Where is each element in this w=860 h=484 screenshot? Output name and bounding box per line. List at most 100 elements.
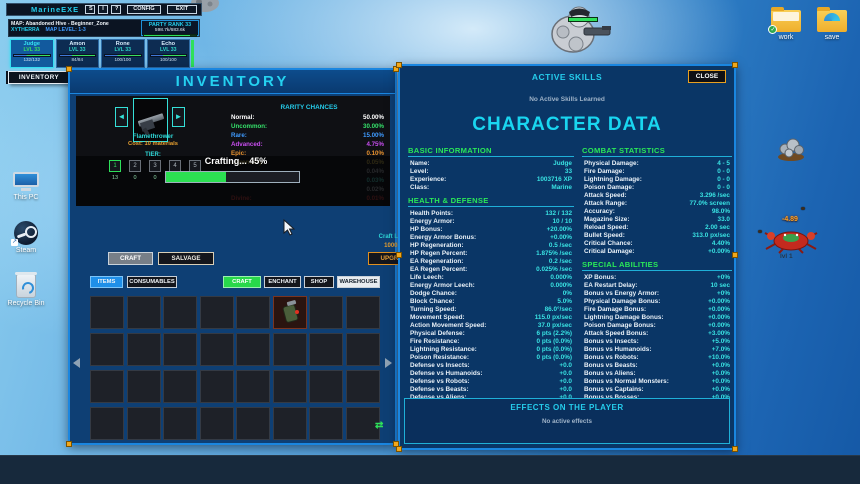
inventory-slot[interactable]	[163, 370, 197, 403]
debris-speck	[758, 230, 762, 233]
stat-row: Bullet Speed:313.0 px/sec	[582, 231, 732, 239]
sort-items-icon[interactable]: ⇄	[375, 420, 383, 431]
party-card[interactable]: Amon LVL 33 84/84	[56, 39, 100, 68]
inventory-toggle-button[interactable]: INVENTORY	[8, 71, 70, 84]
inventory-slot[interactable]	[309, 370, 343, 403]
next-item-button[interactable]: ►	[172, 107, 185, 127]
resize-handle[interactable]	[732, 252, 738, 258]
inventory-slot[interactable]	[163, 407, 197, 440]
rarity-chances-title: RARITY CHANCES	[231, 104, 387, 111]
resize-handle[interactable]	[66, 66, 72, 72]
tab-shop[interactable]: SHOP	[304, 276, 334, 288]
player-health-bar	[568, 17, 598, 22]
inventory-slot[interactable]	[309, 407, 343, 440]
inventory-slot[interactable]	[236, 333, 270, 366]
inventory-slot[interactable]	[309, 333, 343, 366]
inventory-slot[interactable]	[90, 333, 124, 366]
inventory-slot[interactable]	[127, 296, 161, 329]
stat-label: Reload Speed:	[584, 224, 628, 231]
inventory-slot[interactable]	[127, 333, 161, 366]
inventory-slot[interactable]	[90, 407, 124, 440]
stat-row: Class:Marine	[408, 183, 574, 191]
desktop-icon-steam[interactable]: Steam	[2, 221, 50, 254]
stat-label: Poison Damage:	[584, 184, 634, 191]
resize-handle[interactable]	[732, 62, 738, 68]
tab-enchant[interactable]: ENCHANT	[264, 276, 301, 288]
party-card[interactable]: Rone LVL 33 100/100	[101, 39, 145, 68]
inventory-slot[interactable]	[200, 296, 234, 329]
hud-i-button[interactable]: I	[98, 5, 108, 14]
party-card[interactable]: Judge LVL 33 132/132	[10, 39, 54, 68]
map-level: MAP LEVEL: 1-3	[46, 27, 86, 33]
inventory-slot[interactable]	[200, 370, 234, 403]
party-scroll-indicator[interactable]	[191, 40, 194, 67]
stat-row: Lightning Resistance:0 pts (0.0%)	[408, 345, 574, 353]
close-button[interactable]: CLOSE	[688, 70, 726, 83]
resize-handle[interactable]	[396, 446, 402, 452]
inventory-slot[interactable]	[200, 333, 234, 366]
party-xp-bar	[143, 34, 197, 37]
stat-value: 77.0% screen	[689, 200, 730, 207]
party-card[interactable]: Echo LVL 33 100/100	[147, 39, 191, 68]
inventory-slot[interactable]	[346, 296, 380, 329]
crab-enemy-sprite[interactable]	[763, 224, 819, 254]
inventory-slot[interactable]	[90, 296, 124, 329]
hud-help-button[interactable]: ?	[111, 5, 121, 14]
stat-value: 5.0%	[557, 298, 572, 305]
tab-items[interactable]: ITEMS	[90, 276, 123, 288]
rarity-name: Rare:	[231, 132, 247, 139]
basic-information-header: BASIC INFORMATION	[408, 146, 574, 157]
stat-value: 0 - 0	[717, 168, 730, 175]
resize-handle[interactable]	[396, 252, 402, 258]
tab-warehouse[interactable]: WAREHOUSE	[337, 276, 380, 288]
inventory-slot[interactable]	[273, 407, 307, 440]
exit-button[interactable]: EXIT	[167, 5, 197, 14]
desktop-icon-this-pc[interactable]: This PC	[2, 172, 50, 201]
hud-s-button[interactable]: S	[85, 5, 95, 14]
desktop-icon-recycle-bin[interactable]: Recycle Bin	[2, 274, 50, 307]
scroll-left-icon[interactable]	[73, 358, 80, 368]
inventory-slot[interactable]	[236, 407, 270, 440]
inventory-slot[interactable]	[346, 370, 380, 403]
inventory-slot[interactable]	[236, 296, 270, 329]
folder-icon	[817, 10, 847, 32]
resize-handle[interactable]	[66, 441, 72, 447]
stat-row: XP Bonus:+0%	[582, 273, 732, 281]
tab-consumables[interactable]: CONSUMABLES	[127, 276, 177, 288]
config-button[interactable]: CONFIG	[127, 5, 161, 14]
inventory-slot[interactable]	[236, 370, 270, 403]
tier-box[interactable]: 1	[109, 160, 121, 172]
inventory-title[interactable]: INVENTORY	[70, 70, 395, 94]
inventory-slot[interactable]	[163, 333, 197, 366]
stat-value: 1003716 XP	[537, 176, 572, 183]
stat-row: Energy Armor Leech:0.000%	[408, 281, 574, 289]
inventory-slot[interactable]	[273, 296, 307, 329]
stat-row: EA Regeneration:0.2 /sec	[408, 257, 574, 265]
inventory-slot[interactable]	[200, 407, 234, 440]
craft-button[interactable]: CRAFT	[108, 252, 153, 265]
stat-row: Critical Damage:+0.00%	[582, 247, 732, 255]
stat-value: +0.00%	[708, 248, 730, 255]
stat-value: 98.0%	[712, 208, 730, 215]
desktop-folder-save[interactable]: save	[808, 10, 856, 41]
salvage-button[interactable]: SALVAGE	[158, 252, 214, 265]
scroll-right-icon[interactable]	[385, 358, 392, 368]
inventory-slot[interactable]	[309, 296, 343, 329]
resize-handle[interactable]	[732, 446, 738, 452]
inventory-slot[interactable]	[127, 370, 161, 403]
desktop-folder-work[interactable]: work	[762, 10, 810, 41]
marine-sprite[interactable]	[546, 2, 612, 58]
tab-craft[interactable]: CRAFT	[223, 276, 261, 288]
inventory-slot[interactable]	[346, 333, 380, 366]
inventory-slot[interactable]	[273, 333, 307, 366]
inventory-slot[interactable]	[273, 370, 307, 403]
inventory-slot[interactable]	[163, 296, 197, 329]
resize-handle[interactable]	[396, 62, 402, 68]
prev-item-button[interactable]: ◄	[115, 107, 128, 127]
stat-label: Block Chance:	[410, 298, 454, 305]
inventory-slot[interactable]	[90, 370, 124, 403]
stat-label: Energy Armor Bonus:	[410, 234, 476, 241]
stat-label: Dodge Chance:	[410, 290, 457, 297]
inventory-slot[interactable]	[127, 407, 161, 440]
stat-label: Attack Range:	[584, 200, 627, 207]
